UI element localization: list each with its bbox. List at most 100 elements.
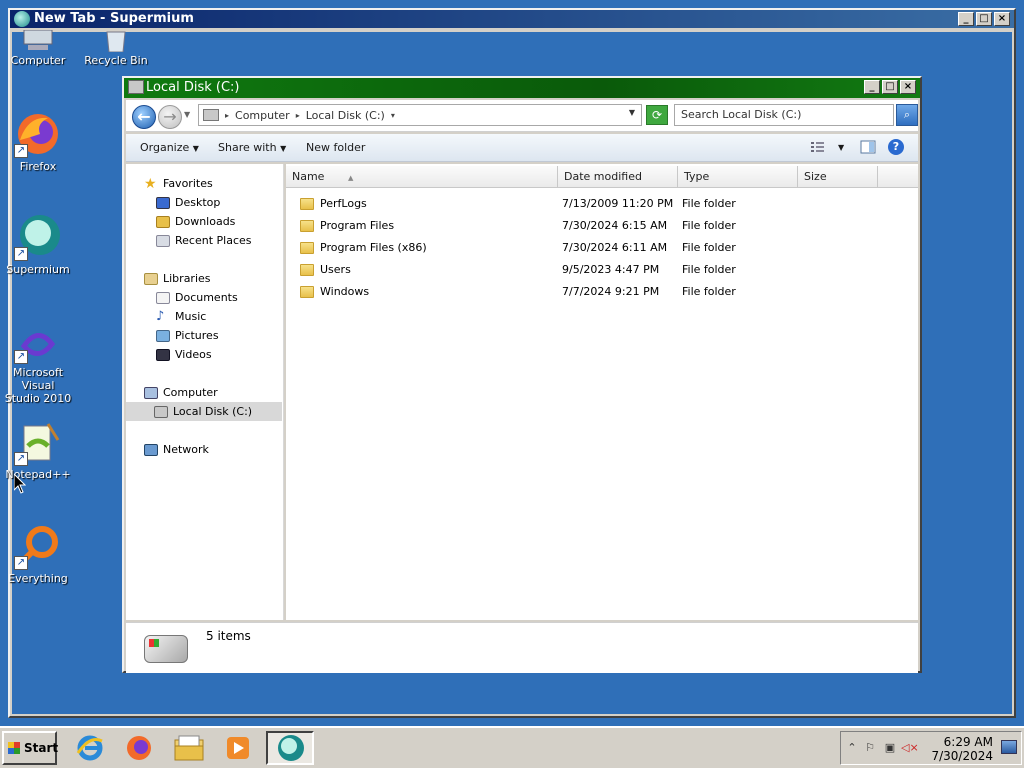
mouse-cursor-icon	[13, 472, 27, 497]
share-with-button[interactable]: Share with ▼	[218, 141, 286, 154]
desktop-icon-recycle-bin[interactable]: Recycle Bin	[76, 30, 156, 67]
chevron-right-icon[interactable]: ▸	[225, 111, 229, 120]
navigation-bar: ← → ▼ ▸ Computer ▸ Local Disk (C:) ▾ ▼ ⟳…	[126, 100, 918, 132]
drive-title-icon	[128, 80, 144, 94]
network-tray-icon[interactable]: ▣	[883, 742, 897, 754]
search-icon[interactable]: ⌕	[896, 104, 918, 126]
desktop-icon-computer[interactable]: Computer	[0, 29, 78, 67]
organize-button[interactable]: Organize ▼	[140, 141, 199, 154]
taskbar: Start ⌃ ⚐ ▣ ◁× 6:29 AM 7/30/2024	[0, 726, 1024, 768]
column-header-name[interactable]: Name ▲	[286, 166, 558, 188]
folder-icon	[300, 264, 314, 276]
visual-studio-icon: ↗	[14, 326, 62, 364]
folder-icon	[300, 198, 314, 210]
nav-documents[interactable]: Documents	[154, 288, 238, 307]
visual-studio-label-line1: Microsoft Visual	[12, 366, 64, 392]
nav-videos[interactable]: Videos	[154, 345, 212, 364]
desktop-icon	[156, 197, 170, 209]
address-dropdown-icon[interactable]: ▼	[629, 108, 635, 117]
minimize-button[interactable]: _	[958, 12, 974, 26]
column-header-date-modified[interactable]: Date modified	[558, 166, 678, 188]
supermium-icon	[278, 735, 304, 761]
table-row[interactable]: PerfLogs 7/13/2009 11:20 PM File folder	[300, 193, 900, 215]
item-count: 5 items	[206, 629, 251, 643]
computer-icon	[144, 387, 158, 399]
folder-icon	[300, 242, 314, 254]
desktop-icon-everything[interactable]: ↗ Everything	[0, 522, 78, 585]
desktop-icon-visual-studio[interactable]: ↗ Microsoft Visual Studio 2010	[0, 326, 78, 405]
firefox-icon	[127, 736, 151, 760]
search-input[interactable]: Search Local Disk (C:)	[674, 104, 894, 126]
address-bar[interactable]: ▸ Computer ▸ Local Disk (C:) ▾ ▼	[198, 104, 642, 126]
maximize-button[interactable]: □	[882, 80, 898, 94]
table-row[interactable]: Users 9/5/2023 4:47 PM File folder	[300, 259, 900, 281]
taskbar-explorer[interactable]	[167, 731, 211, 765]
desktop-icon-firefox[interactable]: ↗ Firefox	[0, 110, 78, 173]
taskbar-supermium[interactable]	[266, 731, 314, 765]
explorer-title-bar[interactable]: Local Disk (C:) _ □ ×	[124, 78, 920, 98]
back-button[interactable]: ←	[132, 105, 156, 129]
chevron-right-icon[interactable]: ▸	[296, 111, 300, 120]
preview-pane-icon[interactable]	[860, 140, 876, 154]
everything-icon: ↗	[14, 522, 62, 570]
table-row[interactable]: Program Files (x86) 7/30/2024 6:11 AM Fi…	[300, 237, 900, 259]
taskbar-internet-explorer[interactable]	[68, 731, 112, 765]
firefox-icon: ↗	[14, 110, 62, 158]
desktop-icon-supermium[interactable]: ↗ Supermium	[0, 213, 78, 276]
show-hidden-icons-chevron-up-icon[interactable]: ⌃	[845, 742, 859, 754]
maximize-button[interactable]: □	[976, 12, 992, 26]
close-button[interactable]: ×	[994, 12, 1010, 26]
volume-muted-icon[interactable]: ◁×	[901, 742, 919, 754]
recycle-bin-icon	[92, 30, 140, 53]
action-center-flag-icon[interactable]: ⚐	[863, 742, 877, 754]
downloads-folder-icon	[156, 216, 170, 228]
pictures-icon	[156, 330, 170, 342]
table-row[interactable]: Windows 7/7/2024 9:21 PM File folder	[300, 281, 900, 303]
nav-pictures[interactable]: Pictures	[154, 326, 219, 345]
taskbar-media-player[interactable]	[216, 731, 260, 765]
clock[interactable]: 6:29 AM 7/30/2024	[931, 735, 993, 763]
nav-recent-places[interactable]: Recent Places	[154, 231, 252, 250]
view-dropdown-icon[interactable]: ▼	[838, 143, 844, 152]
breadcrumb-local-disk[interactable]: Local Disk (C:)	[306, 109, 385, 122]
nav-computer[interactable]: Computer	[142, 383, 218, 402]
minimize-button[interactable]: _	[864, 80, 880, 94]
new-folder-button[interactable]: New folder	[306, 141, 365, 154]
nav-libraries[interactable]: Libraries	[142, 269, 211, 288]
notepadpp-icon: ↗	[14, 420, 62, 466]
folder-icon	[300, 220, 314, 232]
help-icon[interactable]: ?	[888, 139, 904, 155]
explorer-window: Local Disk (C:) _ □ × ← → ▼ ▸ Computer ▸…	[122, 76, 922, 673]
column-header-size[interactable]: Size	[798, 166, 878, 188]
view-options-icon[interactable]	[810, 140, 826, 154]
table-row[interactable]: Program Files 7/30/2024 6:15 AM File fol…	[300, 215, 900, 237]
nav-network[interactable]: Network	[142, 440, 209, 459]
recent-pages-dropdown-icon[interactable]: ▼	[184, 110, 190, 119]
computer-icon	[14, 29, 62, 52]
show-desktop-button[interactable]	[1001, 740, 1017, 754]
nav-local-disk[interactable]: Local Disk (C:)	[126, 402, 282, 421]
taskbar-firefox[interactable]	[117, 731, 161, 765]
system-tray: ⌃ ⚐ ▣ ◁× 6:29 AM 7/30/2024	[840, 731, 1022, 765]
nav-favorites[interactable]: ★ Favorites	[142, 174, 213, 193]
nav-downloads[interactable]: Downloads	[154, 212, 235, 231]
close-button[interactable]: ×	[900, 80, 916, 94]
desktop-icon-notepadpp[interactable]: ↗ Notepad++	[0, 420, 78, 481]
forward-button[interactable]: →	[158, 105, 182, 129]
explorer-window-title: Local Disk (C:)	[146, 80, 240, 95]
nav-desktop[interactable]: Desktop	[154, 193, 220, 212]
drive-icon	[203, 109, 219, 121]
details-pane: 5 items	[126, 622, 918, 673]
folder-icon	[300, 286, 314, 298]
clock-time: 6:29 AM	[943, 735, 993, 749]
nav-music[interactable]: ♪ Music	[154, 307, 206, 326]
supermium-title-bar[interactable]: New Tab - Supermium _ □ ×	[10, 10, 1014, 28]
column-header-type[interactable]: Type	[678, 166, 798, 188]
folder-icon	[174, 735, 204, 761]
refresh-button[interactable]: ⟳	[646, 105, 668, 125]
breadcrumb-computer[interactable]: Computer	[235, 109, 290, 122]
start-button[interactable]: Start	[2, 731, 58, 765]
libraries-icon	[144, 273, 158, 285]
column-header-filler	[878, 166, 918, 188]
chevron-right-icon[interactable]: ▾	[391, 111, 395, 120]
